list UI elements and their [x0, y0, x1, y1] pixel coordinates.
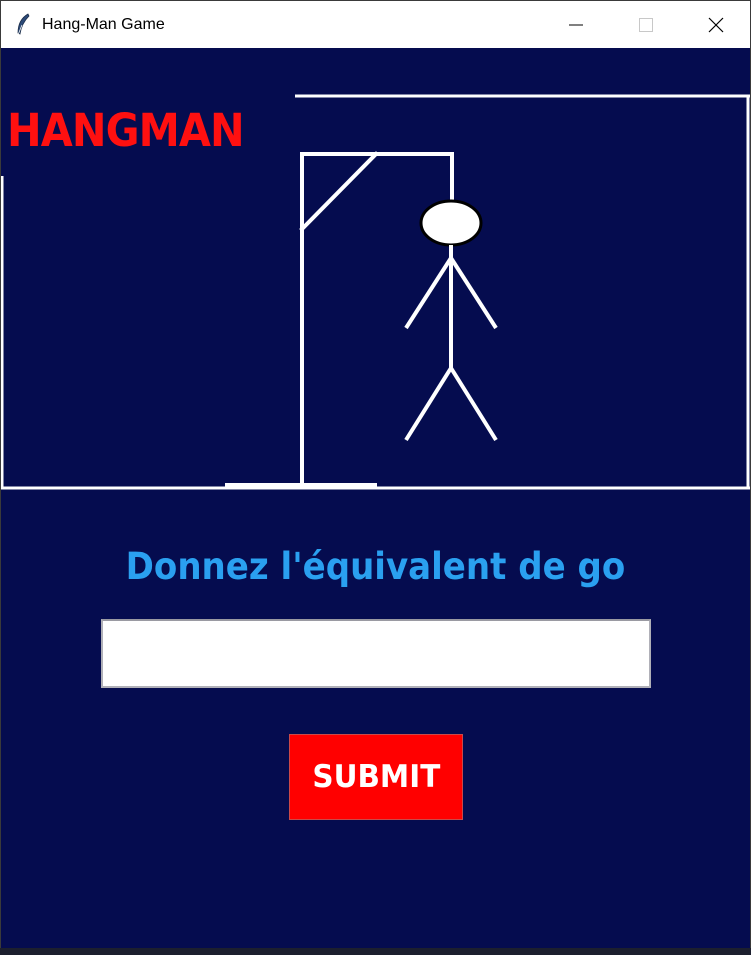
figure-right-leg [449, 366, 498, 442]
gallows [225, 151, 454, 487]
figure-left-leg [404, 366, 453, 442]
submit-label: SUBMIT [312, 759, 440, 795]
figure-right-arm [449, 256, 498, 330]
figure-head [419, 199, 483, 247]
maximize-icon [639, 17, 653, 32]
close-button[interactable] [681, 1, 751, 48]
close-icon [708, 17, 724, 32]
feather-icon [15, 13, 31, 37]
minimize-icon [569, 24, 583, 25]
app-window: Hang-Man Game HANGMAN Donnez l'équivalen… [0, 0, 751, 948]
question-prompt: Donnez l'équivalent de go [125, 545, 626, 588]
minimize-button[interactable] [541, 1, 611, 48]
game-canvas: HANGMAN Donnez l'équivalent de go SUBMIT [1, 48, 750, 948]
game-heading: HANGMAN [7, 104, 245, 157]
figure-left-arm [404, 256, 453, 330]
title-bar[interactable]: Hang-Man Game [1, 1, 750, 48]
submit-button[interactable]: SUBMIT [289, 734, 463, 820]
window-title: Hang-Man Game [42, 16, 165, 33]
stick-figure [404, 199, 498, 442]
answer-input[interactable] [101, 619, 651, 688]
maximize-button[interactable] [611, 1, 681, 48]
